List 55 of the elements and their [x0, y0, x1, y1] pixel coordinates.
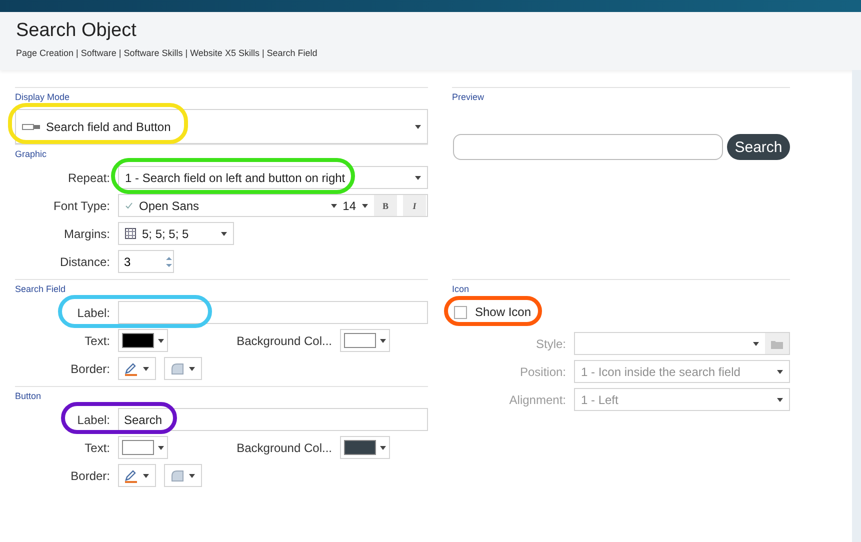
- field-label: Text:: [84, 440, 110, 454]
- show-icon-checkbox[interactable]: Show Icon: [454, 305, 790, 319]
- check-icon: [125, 202, 133, 210]
- field-label: Label:: [76, 306, 110, 320]
- background-color-picker[interactable]: [340, 329, 390, 352]
- section-heading: Preview: [452, 92, 486, 102]
- label-input[interactable]: Search: [118, 408, 428, 431]
- field-label: Text:: [84, 334, 110, 348]
- font-toolbar[interactable]: Open Sans 14 B I: [118, 194, 428, 217]
- corner-radius-icon: [170, 469, 184, 482]
- folder-icon[interactable]: [765, 333, 789, 354]
- repeat-select[interactable]: 1 - Search field on left and button on right: [118, 166, 428, 189]
- spinner-arrows-icon: [165, 256, 173, 268]
- corner-dropdown[interactable]: [164, 464, 202, 487]
- breadcrumb: Page Creation | Software | Software Skills | Website X5 Skills | Search Field: [16, 48, 318, 58]
- icon-option-select[interactable]: [574, 332, 790, 355]
- margins-select[interactable]: 5; 5; 5; 5: [118, 222, 234, 245]
- label-input[interactable]: [118, 301, 428, 324]
- field-label: Background Col...: [236, 440, 332, 454]
- background-color-picker[interactable]: [340, 436, 390, 459]
- preview-search-field[interactable]: [453, 134, 723, 160]
- italic-button[interactable]: I: [403, 195, 426, 216]
- page-title: Search Object: [16, 20, 138, 42]
- field-label: Repeat:: [66, 170, 110, 184]
- bold-button[interactable]: B: [374, 195, 397, 216]
- corner-radius-icon: [170, 362, 184, 375]
- text-color-picker[interactable]: [118, 436, 168, 459]
- display-mode-select[interactable]: Search field and Button: [15, 109, 428, 144]
- section-heading: Icon: [452, 284, 470, 294]
- field-button-icon: [22, 124, 40, 130]
- section-heading: Button: [15, 391, 42, 401]
- section-heading: Graphic: [15, 149, 48, 159]
- distance-spinner[interactable]: 3: [118, 250, 174, 273]
- field-label: Margins:: [62, 226, 110, 240]
- field-label: Position:: [518, 364, 566, 378]
- field-label: Distance:: [58, 254, 110, 268]
- pen-color-icon: [124, 468, 138, 482]
- grid-icon: [125, 228, 136, 239]
- section-heading: Display Mode: [15, 92, 71, 102]
- border-color-dropdown[interactable]: [118, 464, 156, 487]
- field-label: Border:: [70, 362, 110, 376]
- field-label: Font Type:: [52, 198, 110, 212]
- field-label: Alignment:: [508, 392, 566, 406]
- pen-color-icon: [124, 362, 138, 376]
- border-color-dropdown[interactable]: [118, 357, 156, 380]
- field-label: Label:: [76, 412, 110, 426]
- checkbox[interactable]: [454, 306, 467, 318]
- field-label: Style:: [534, 336, 566, 350]
- corner-dropdown[interactable]: [164, 357, 202, 380]
- text-color-picker[interactable]: [118, 329, 168, 352]
- section-heading: Search Field: [15, 284, 67, 294]
- field-label: Border:: [70, 468, 110, 482]
- font-size[interactable]: 14: [342, 198, 356, 212]
- field-label: Background Col...: [236, 334, 332, 348]
- preview-search-button[interactable]: Search: [727, 134, 790, 160]
